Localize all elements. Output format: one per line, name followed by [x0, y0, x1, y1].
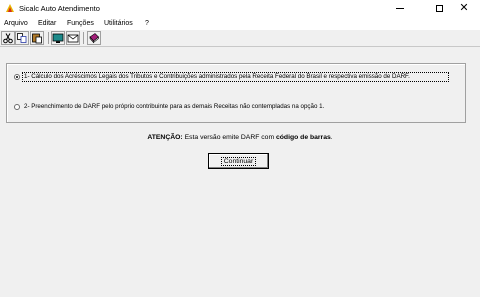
paste-button[interactable]	[30, 31, 44, 45]
radio-selected-dot	[16, 76, 18, 78]
book-icon	[89, 33, 99, 44]
monitor-button[interactable]	[51, 31, 65, 45]
menu-bar: Arquivo Editar Funções Utilitários ?	[0, 17, 480, 30]
toolbar-separator	[83, 32, 84, 44]
toolbar-separator	[48, 32, 49, 44]
menu-funcoes[interactable]: Funções	[67, 20, 94, 27]
book-button[interactable]	[87, 31, 101, 45]
menu-help[interactable]: ?	[145, 20, 149, 27]
toolbar-divider	[0, 46, 480, 47]
cut-button[interactable]	[1, 31, 15, 45]
menu-utilitarios[interactable]: Utilitários	[104, 20, 133, 27]
paste-icon	[32, 33, 42, 44]
mail-button[interactable]	[66, 31, 80, 45]
option1-radio[interactable]	[14, 74, 20, 80]
toolbar	[0, 30, 480, 47]
app-icon	[6, 4, 14, 12]
monitor-icon	[52, 33, 64, 43]
close-button[interactable]: ✕	[448, 0, 480, 17]
close-icon: ✕	[459, 2, 469, 14]
window-title: Sicalc Auto Atendimento	[19, 4, 100, 13]
menu-editar[interactable]: Editar	[38, 20, 56, 27]
maximize-icon	[435, 5, 443, 12]
option2-radio[interactable]	[14, 104, 20, 110]
options-group: 1- Cálculo dos Acréscimos Legais dos Tri…	[6, 63, 466, 123]
title-bar: Sicalc Auto Atendimento ✕	[0, 0, 480, 17]
mail-icon	[67, 34, 79, 43]
copy-icon	[17, 33, 27, 43]
option1-label[interactable]: 1- Cálculo dos Acréscimos Legais dos Tri…	[24, 73, 410, 80]
minimize-button[interactable]	[384, 0, 416, 17]
attention-bold-text: código de barras	[276, 134, 331, 141]
attention-end: .	[330, 134, 333, 141]
option2-label[interactable]: 2- Preenchimento de DARF pelo próprio co…	[24, 103, 324, 110]
minimize-icon	[396, 8, 404, 9]
attention-label: ATENÇÃO:	[147, 134, 183, 141]
attention-text: Esta versão emite DARF com	[182, 134, 276, 141]
copy-button[interactable]	[15, 31, 29, 45]
menu-arquivo[interactable]: Arquivo	[4, 20, 28, 27]
scissors-icon	[3, 33, 13, 44]
attention-notice: ATENÇÃO: Esta versão emite DARF com códi…	[0, 134, 480, 141]
continue-label: Continuar	[220, 156, 257, 166]
continue-button[interactable]: Continuar	[208, 153, 269, 169]
